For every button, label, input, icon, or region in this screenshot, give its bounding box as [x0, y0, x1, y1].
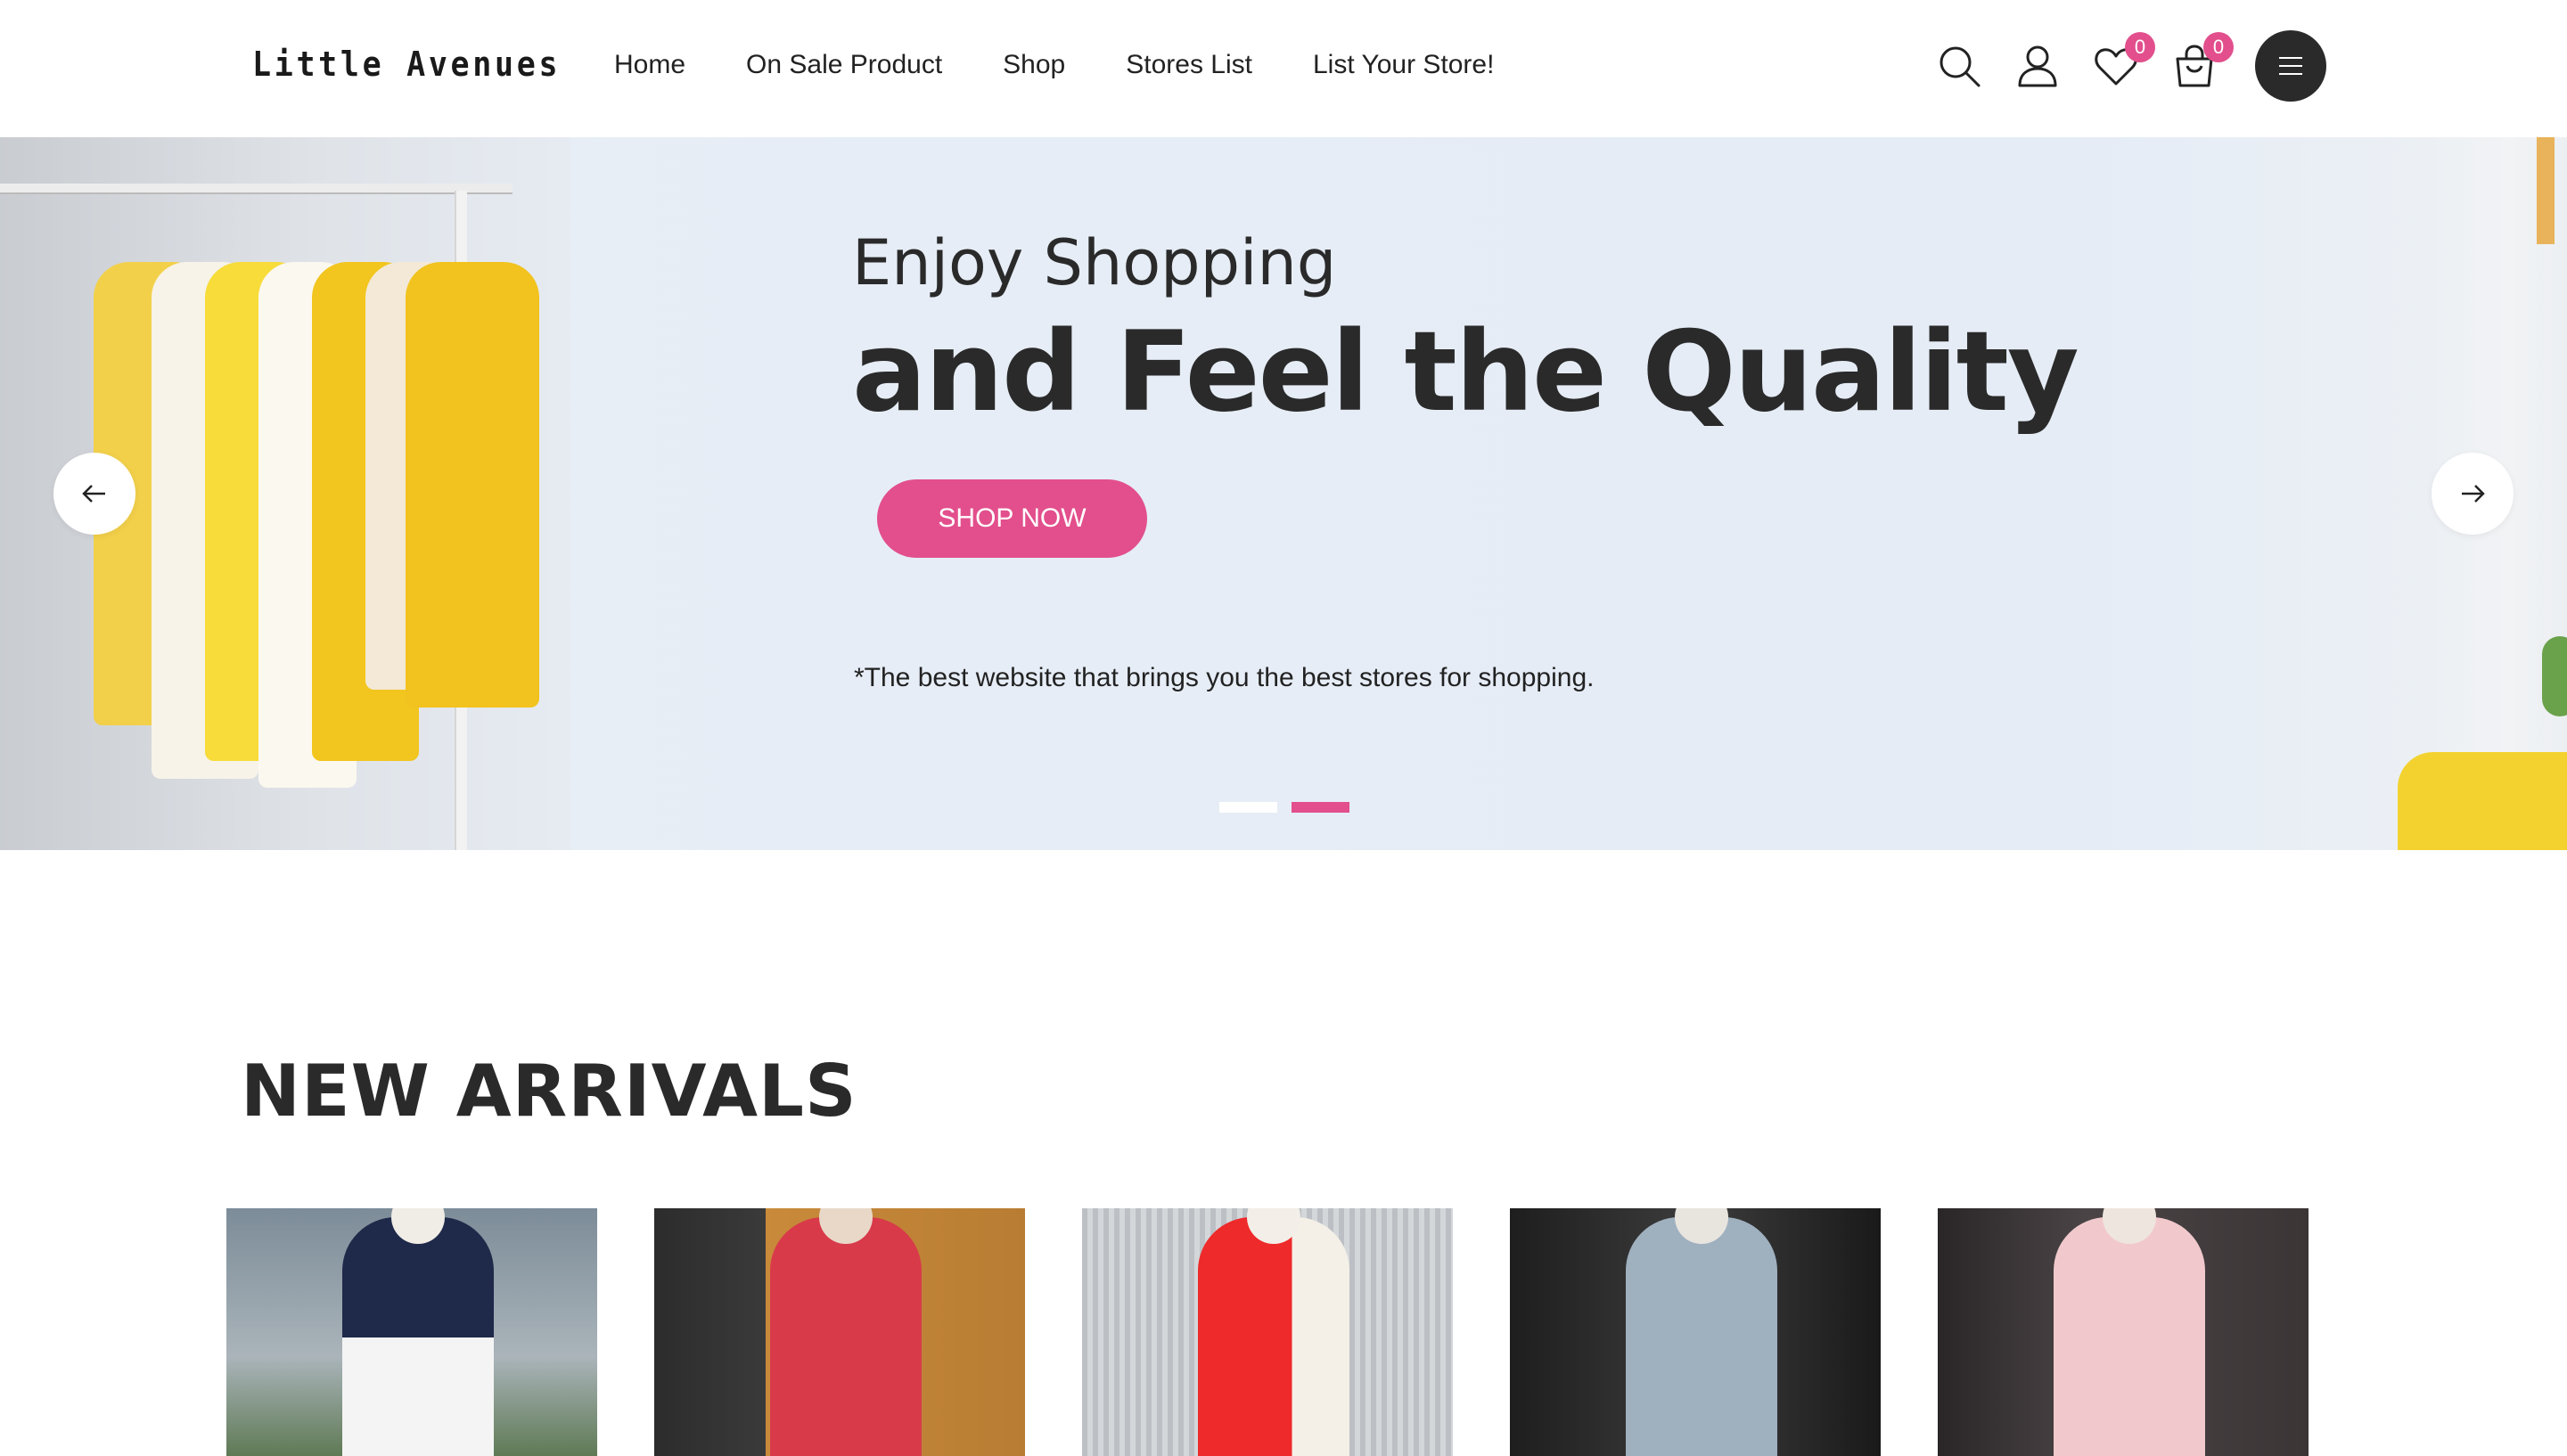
search-icon[interactable] — [1934, 41, 1984, 91]
cart-count-badge: 0 — [2203, 32, 2234, 62]
shopping-bag-icon[interactable]: 0 — [2169, 32, 2234, 91]
hamburger-menu-icon[interactable] — [2255, 30, 2326, 102]
slider-pagination — [1219, 802, 1349, 813]
hero-tagline: *The best website that brings you the be… — [854, 663, 1595, 692]
arrow-left-icon — [82, 485, 105, 503]
product-card-4[interactable] — [1510, 1208, 1881, 1456]
slider-next-button[interactable] — [2432, 453, 2514, 535]
site-header: Little Avenues Home On Sale Product Shop… — [0, 0, 2567, 137]
main-nav: Home On Sale Product Shop Stores List Li… — [614, 50, 1554, 80]
shop-now-button[interactable]: SHOP NOW — [877, 479, 1147, 558]
product-card-3[interactable] — [1082, 1208, 1453, 1456]
slider-dot-2[interactable] — [1292, 802, 1349, 813]
new-arrivals-title: NEW ARRIVALS — [241, 1050, 857, 1133]
nav-list-your-store[interactable]: List Your Store! — [1313, 50, 1494, 80]
product-card-1[interactable] — [226, 1208, 597, 1456]
nav-shop[interactable]: Shop — [1003, 50, 1065, 80]
heart-icon[interactable]: 0 — [2091, 32, 2155, 91]
nav-on-sale-product[interactable]: On Sale Product — [746, 50, 942, 80]
nav-stores-list[interactable]: Stores List — [1126, 50, 1252, 80]
wishlist-count-badge: 0 — [2125, 32, 2155, 62]
product-card-5[interactable] — [1938, 1208, 2309, 1456]
hero-title: and Feel the Quality — [852, 308, 2079, 437]
nav-home[interactable]: Home — [614, 50, 685, 80]
product-card-2[interactable] — [654, 1208, 1025, 1456]
site-logo[interactable]: Little Avenues — [252, 45, 561, 84]
slider-dot-1[interactable] — [1219, 802, 1277, 813]
hero-slider: Enjoy Shopping and Feel the Quality SHOP… — [0, 137, 2567, 850]
arrow-right-icon — [2462, 485, 2485, 503]
slider-prev-button[interactable] — [53, 453, 135, 535]
new-arrivals-grid — [226, 1208, 2312, 1456]
hero-subtitle: Enjoy Shopping — [852, 226, 1337, 299]
user-icon[interactable] — [2013, 41, 2063, 91]
